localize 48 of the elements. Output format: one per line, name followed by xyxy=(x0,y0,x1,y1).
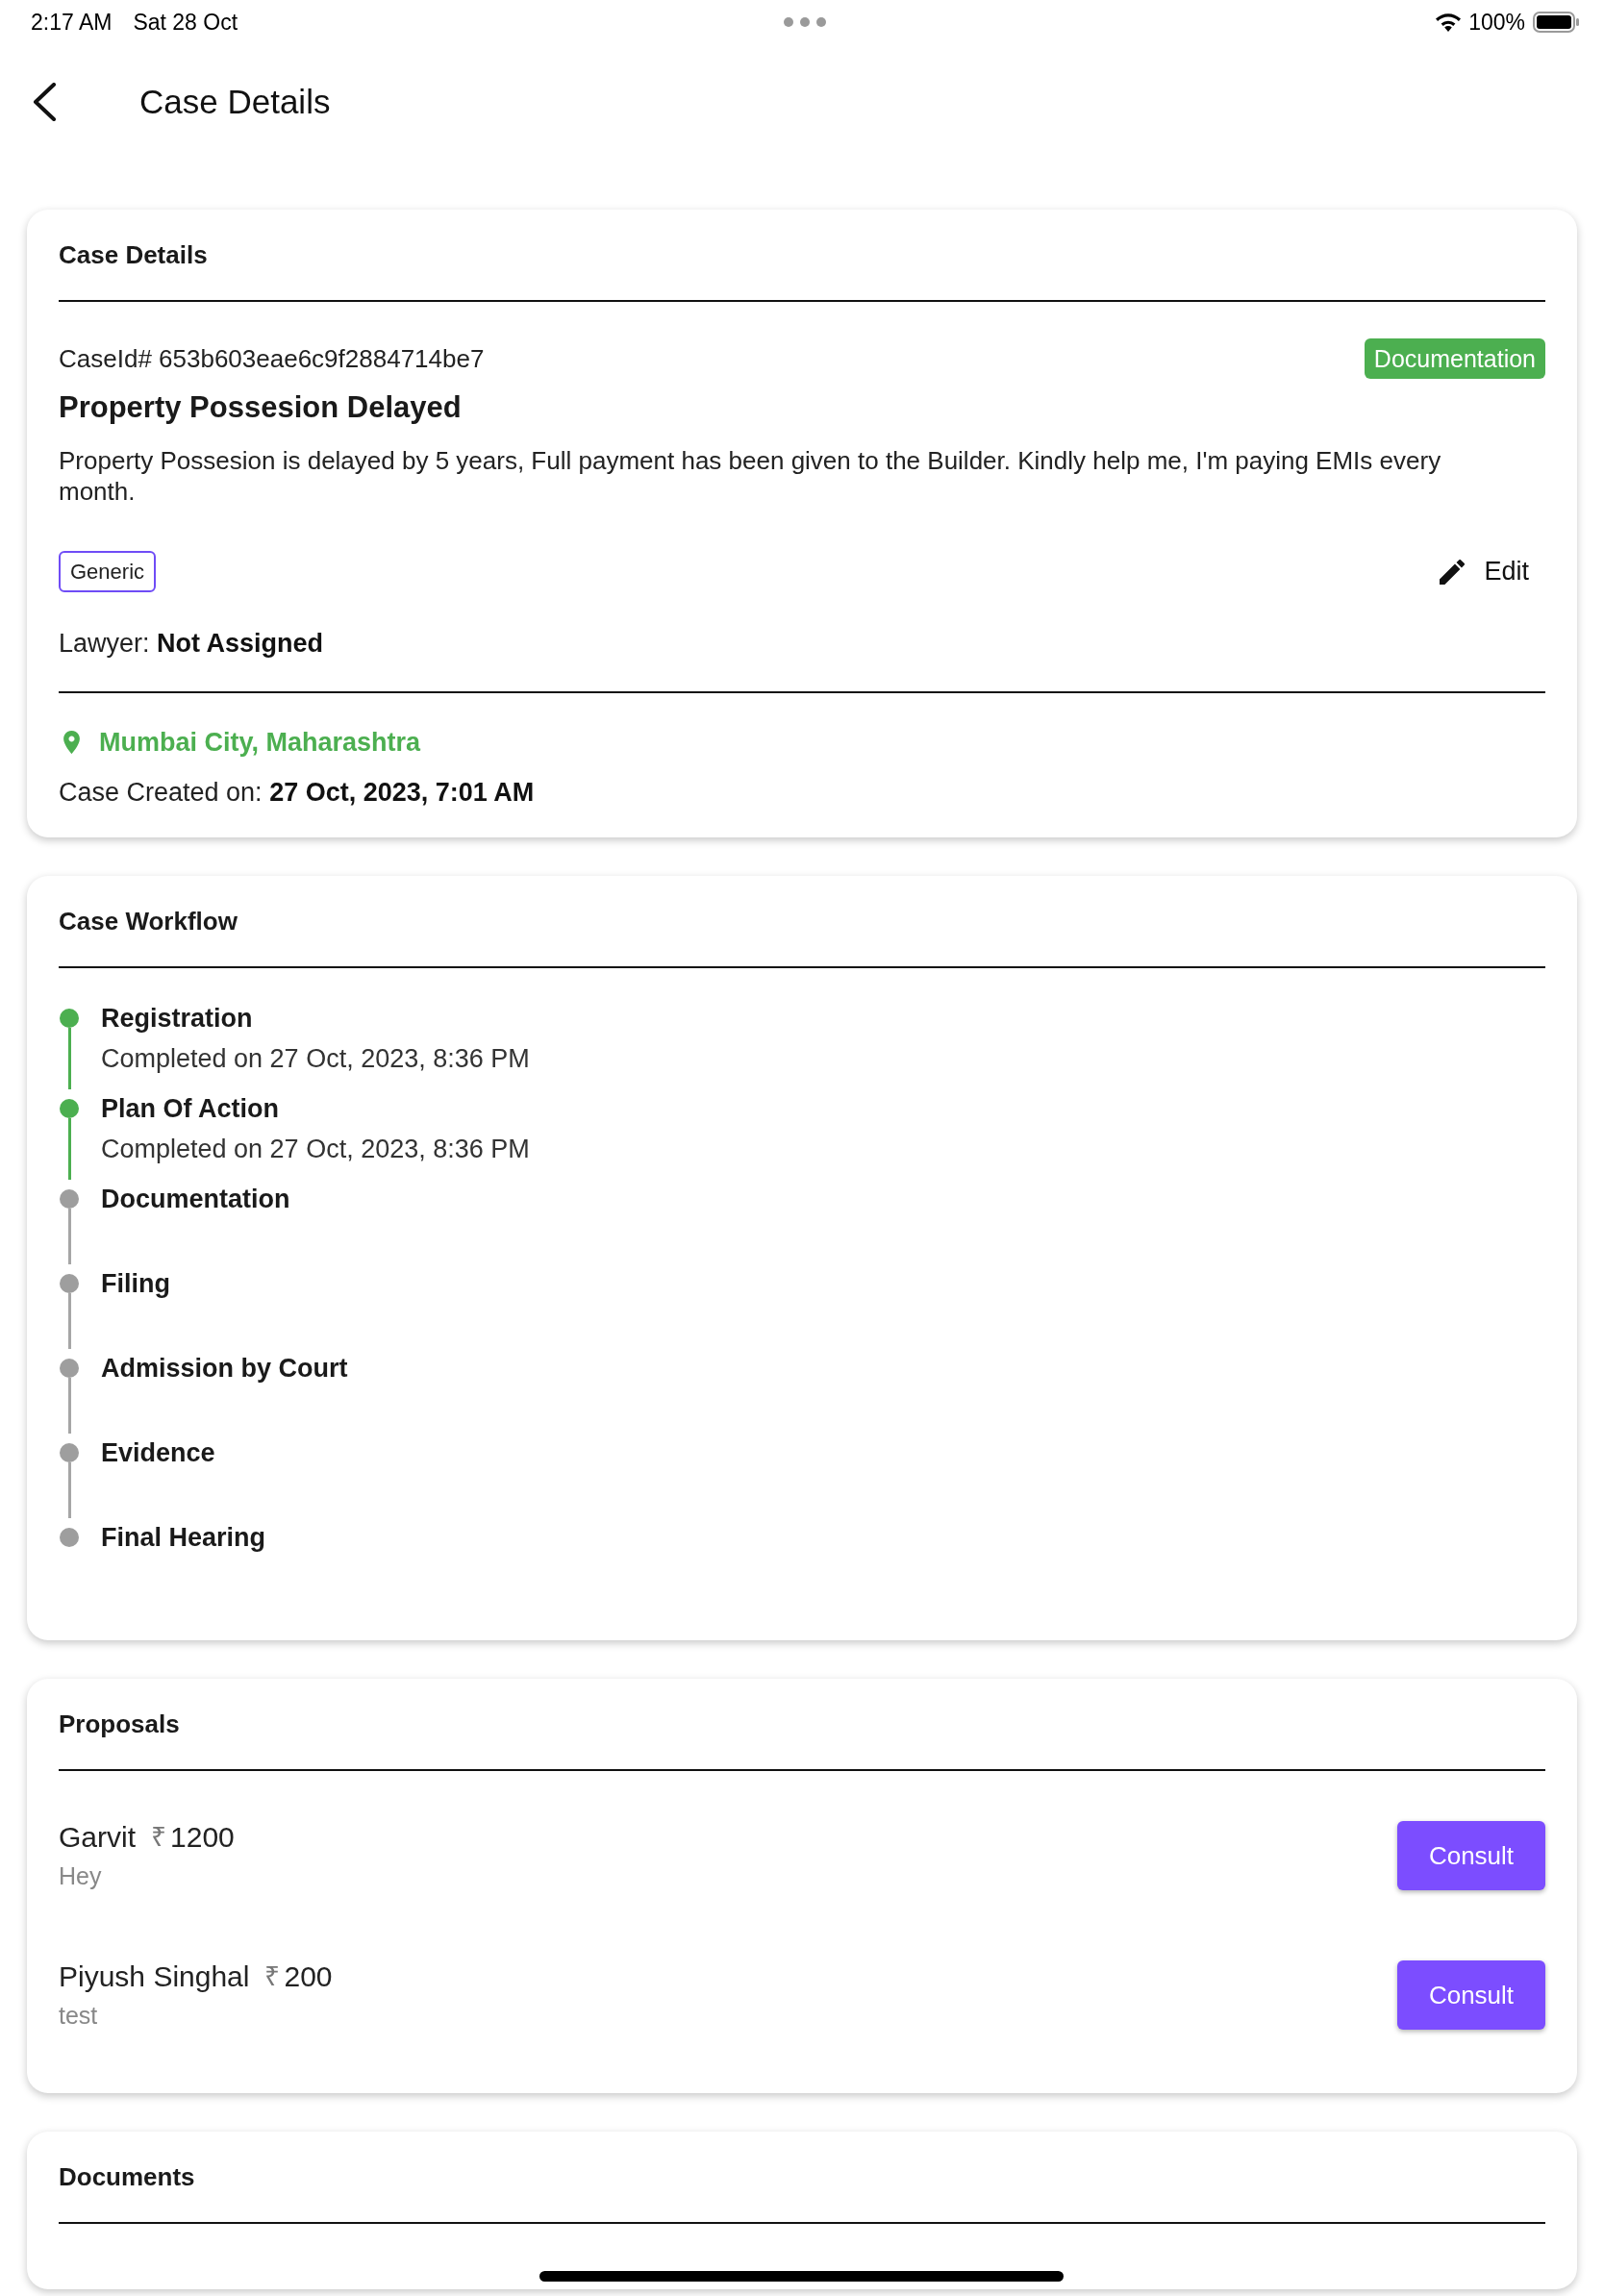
proposal-amount: 200 xyxy=(284,1959,333,1994)
proposal-message: test xyxy=(59,2001,99,2031)
currency-symbol: ₹ xyxy=(151,1821,166,1854)
timeline-line xyxy=(67,1118,71,1180)
card-title: Case Details xyxy=(59,239,208,270)
created-date: Case Created on: 27 Oct, 2023, 7:01 AM xyxy=(59,778,535,807)
proposal-amount: 1200 xyxy=(170,1820,235,1855)
lawyer-info: Lawyer: Not Assigned xyxy=(59,629,324,658)
lawyer-name: Piyush Singhal xyxy=(59,1959,250,1994)
card-title: Documents xyxy=(59,2161,195,2192)
step-title: Registration xyxy=(101,1003,254,1035)
step-title: Final Hearing xyxy=(101,1522,267,1554)
pencil-icon xyxy=(1440,559,1466,585)
category-tag: Generic xyxy=(59,551,157,592)
status-badge: Documentation xyxy=(1364,338,1545,379)
case-id: CaseId# 653b603eae6c9f2884714be7 xyxy=(59,343,485,374)
status-time: 2:17 AM xyxy=(31,9,113,36)
timeline-line xyxy=(67,1462,71,1518)
card-title: Proposals xyxy=(59,1709,180,1739)
wifi-icon xyxy=(1436,12,1462,32)
step-title: Documentation xyxy=(101,1184,291,1215)
proposal-message: Hey xyxy=(59,1861,103,1891)
timeline-line xyxy=(67,1293,71,1349)
consult-button[interactable]: Consult xyxy=(1397,1960,1545,2030)
timeline-line xyxy=(67,1028,71,1089)
step-title: Filing xyxy=(101,1268,171,1300)
status-date: Sat 28 Oct xyxy=(133,9,238,36)
timeline-line xyxy=(67,1209,71,1264)
page-title: Case Details xyxy=(139,82,331,122)
timeline-line xyxy=(67,1378,71,1434)
lawyer-name: Garvit xyxy=(59,1820,136,1855)
edit-button[interactable]: Edit xyxy=(1434,551,1545,592)
step-note: Completed on 27 Oct, 2023, 8:36 PM xyxy=(101,1043,531,1075)
case-title: Property Possesion Delayed xyxy=(59,389,463,426)
step-note: Completed on 27 Oct, 2023, 8:36 PM xyxy=(101,1134,531,1165)
step-title: Plan Of Action xyxy=(101,1093,280,1125)
step-title: Admission by Court xyxy=(101,1353,349,1385)
step-title: Evidence xyxy=(101,1437,216,1469)
card-title: Case Workflow xyxy=(59,906,238,936)
currency-symbol: ₹ xyxy=(264,1960,281,1993)
battery-icon xyxy=(1533,12,1579,33)
back-icon xyxy=(32,83,57,121)
map-pin-icon xyxy=(63,731,80,754)
battery-percent: 100% xyxy=(1468,9,1525,36)
location-text: Mumbai City, Maharashtra xyxy=(99,727,421,759)
dots-icon[interactable] xyxy=(784,17,826,27)
consult-button[interactable]: Consult xyxy=(1397,1821,1545,1890)
case-description: Property Possesion is delayed by 5 years, Full payment has been given to the Builder. Kindly help me, I'm paying EMIs every month. xyxy=(59,445,1442,507)
